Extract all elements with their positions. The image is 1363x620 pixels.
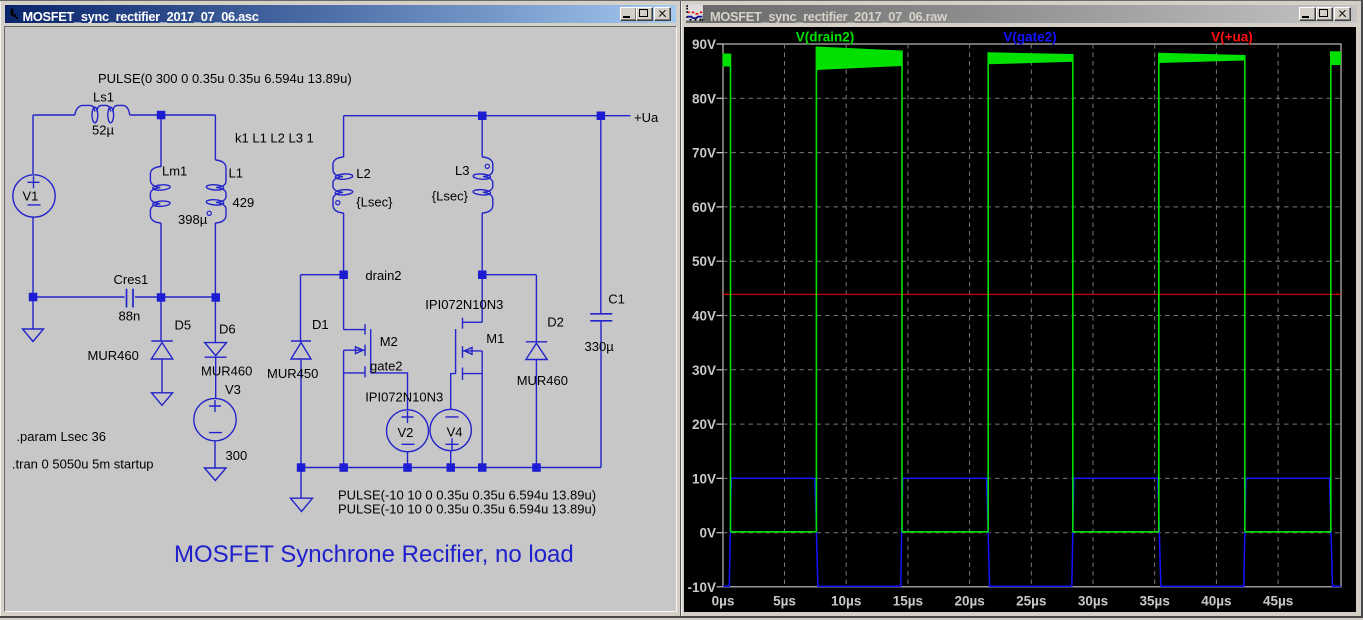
svg-text:30µs: 30µs (1078, 594, 1108, 609)
svg-text:k1 L1 L2 L3 1: k1 L1 L2 L3 1 (235, 131, 314, 146)
svg-text:50V: 50V (692, 254, 716, 269)
svg-text:{Lsec}: {Lsec} (432, 189, 469, 204)
svg-text:40V: 40V (692, 309, 716, 324)
svg-text:MUR460: MUR460 (201, 364, 252, 379)
svg-text:90V: 90V (692, 37, 716, 52)
svg-text:D2: D2 (547, 315, 564, 330)
svg-text:V(drain2): V(drain2) (796, 30, 855, 45)
svg-text:0µs: 0µs (712, 594, 735, 609)
svg-text:MUR450: MUR450 (267, 366, 318, 381)
svg-text:45µs: 45µs (1263, 594, 1293, 609)
svg-text:{Lsec}: {Lsec} (356, 195, 393, 210)
svg-text:30V: 30V (692, 363, 716, 378)
svg-text:52µ: 52µ (92, 123, 114, 138)
svg-text:.tran 0 5050u 5m startup: .tran 0 5050u 5m startup (12, 457, 154, 472)
svg-text:IPI072N10N3: IPI072N10N3 (365, 390, 443, 405)
svg-text:5µs: 5µs (773, 594, 796, 609)
svg-text:D1: D1 (312, 317, 329, 332)
svg-text:MUR460: MUR460 (517, 373, 568, 388)
svg-text:429: 429 (233, 195, 255, 210)
svg-text:V2: V2 (398, 425, 414, 440)
svg-text:PULSE(-10 10 0 0.35u 0.35u 6.5: PULSE(-10 10 0 0.35u 0.35u 6.594u 13.89u… (338, 502, 596, 517)
svg-text:Lm1: Lm1 (162, 164, 187, 179)
svg-text:IPI072N10N3: IPI072N10N3 (425, 297, 503, 312)
svg-text:D6: D6 (219, 322, 236, 337)
svg-text:0V: 0V (699, 526, 716, 541)
svg-text:PULSE(0 300 0 0.35u 0.35u 6.59: PULSE(0 300 0 0.35u 0.35u 6.594u 13.89u) (98, 71, 352, 86)
svg-text:70V: 70V (692, 146, 716, 161)
svg-text:V4: V4 (447, 425, 463, 440)
svg-text:Ls1: Ls1 (93, 90, 114, 105)
svg-text:V(+ua): V(+ua) (1211, 30, 1253, 45)
svg-text:Cres1: Cres1 (114, 272, 149, 287)
svg-text:MOSFET Synchrone Recifier, no: MOSFET Synchrone Recifier, no load (174, 541, 574, 568)
svg-text:PULSE(-10 10 0 0.35u 0.35u 6.5: PULSE(-10 10 0 0.35u 0.35u 6.594u 13.89u… (338, 488, 596, 503)
svg-text:drain2: drain2 (365, 268, 401, 283)
svg-text:10µs: 10µs (831, 594, 861, 609)
svg-text:V3: V3 (225, 382, 241, 397)
svg-text:10V: 10V (692, 471, 716, 486)
svg-text:25µs: 25µs (1016, 594, 1046, 609)
svg-text:80V: 80V (692, 91, 716, 106)
svg-text:60V: 60V (692, 200, 716, 215)
svg-text:35µs: 35µs (1140, 594, 1170, 609)
svg-text:V(gate2): V(gate2) (1003, 30, 1056, 45)
svg-text:398µ: 398µ (178, 212, 208, 227)
svg-text:C1: C1 (608, 292, 625, 307)
svg-text:330µ: 330µ (585, 339, 615, 354)
svg-text:V1: V1 (23, 189, 39, 204)
svg-text:M1: M1 (486, 331, 504, 346)
svg-text:M2: M2 (380, 334, 398, 349)
svg-text:gate2: gate2 (370, 359, 403, 374)
svg-text:40µs: 40µs (1201, 594, 1231, 609)
svg-text:15µs: 15µs (893, 594, 923, 609)
svg-text:D5: D5 (175, 318, 192, 333)
svg-text:300: 300 (226, 448, 248, 463)
svg-text:.param Lsec 36: .param Lsec 36 (16, 429, 106, 444)
svg-text:L1: L1 (229, 166, 243, 181)
svg-text:L2: L2 (356, 166, 370, 181)
svg-text:20µs: 20µs (954, 594, 984, 609)
svg-text:88n: 88n (119, 309, 141, 324)
svg-text:L3: L3 (455, 163, 469, 178)
svg-text:MUR460: MUR460 (88, 348, 139, 363)
svg-text:+Ua: +Ua (634, 110, 659, 125)
svg-text:20V: 20V (692, 417, 716, 432)
